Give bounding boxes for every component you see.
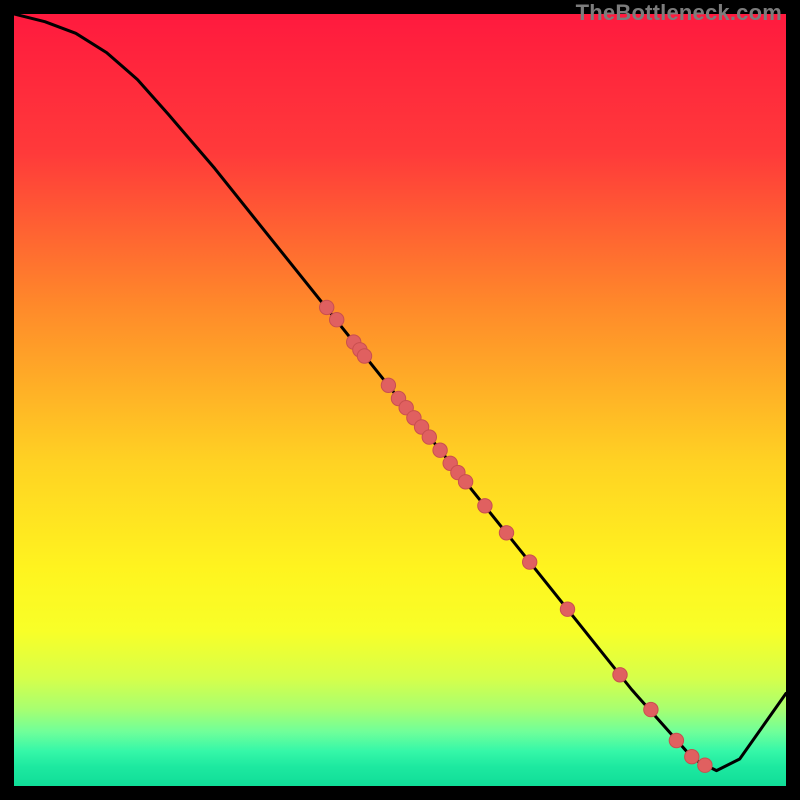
data-point (478, 499, 492, 513)
data-point (458, 475, 472, 489)
data-point (523, 555, 537, 569)
data-point (669, 733, 683, 747)
watermark-text: TheBottleneck.com (576, 0, 782, 26)
data-point (330, 313, 344, 327)
data-point (499, 526, 513, 540)
bottleneck-chart (14, 14, 786, 786)
data-point (381, 378, 395, 392)
data-point (357, 349, 371, 363)
chart-frame (14, 14, 786, 786)
data-point (433, 443, 447, 457)
data-point (685, 750, 699, 764)
data-point (422, 430, 436, 444)
data-point (698, 758, 712, 772)
data-point (560, 602, 574, 616)
data-point (613, 668, 627, 682)
data-point (644, 702, 658, 716)
data-point (320, 300, 334, 314)
